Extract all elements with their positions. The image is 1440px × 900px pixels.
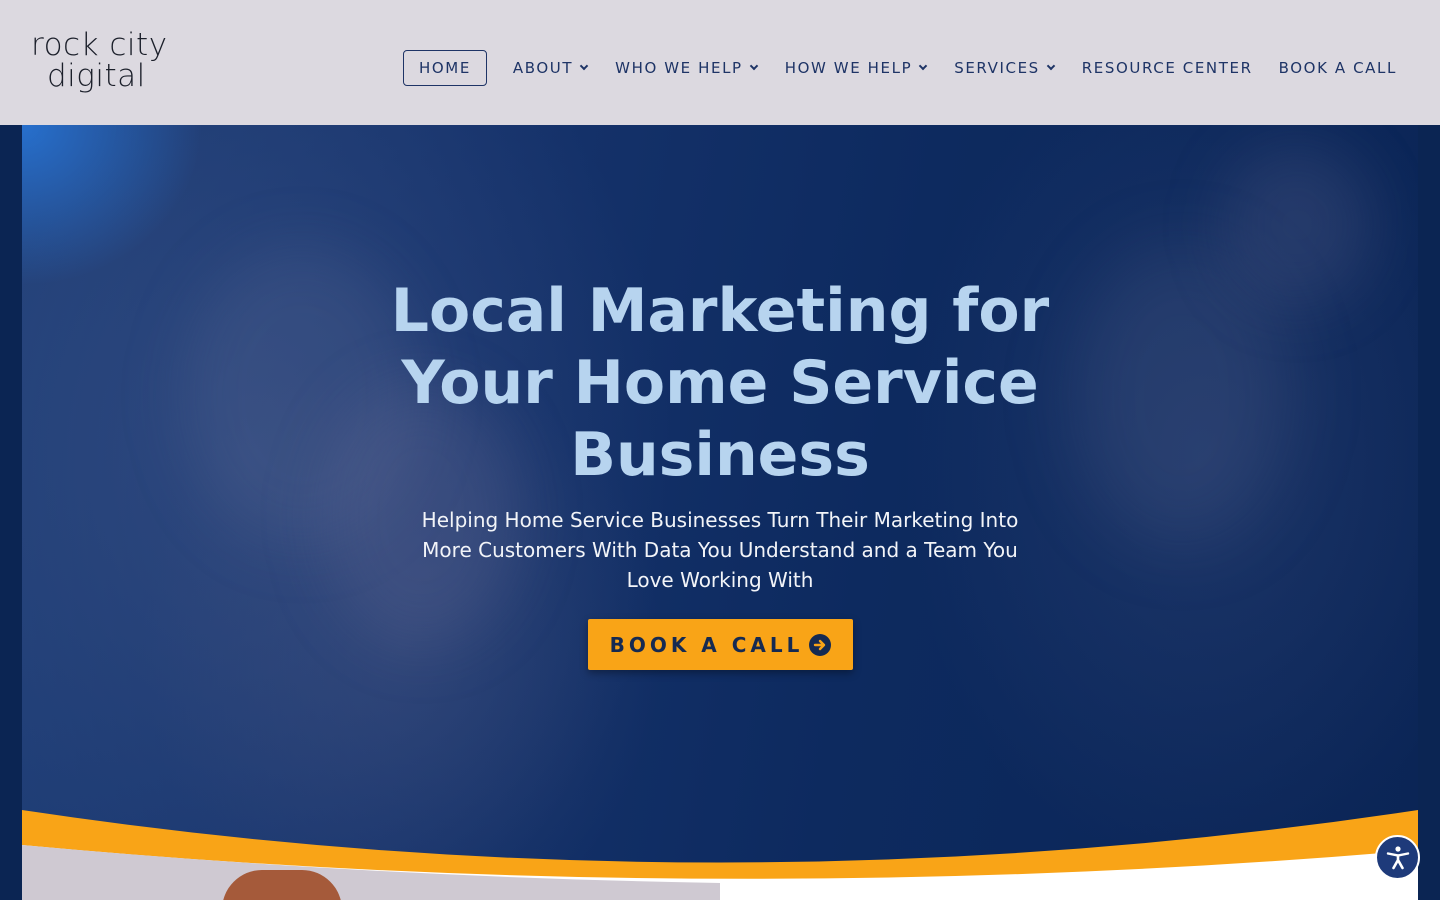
nav-item-how-we-help[interactable]: HOW WE HELP [784, 50, 928, 86]
accessibility-button[interactable] [1375, 835, 1420, 880]
hero-title-line: Local Marketing for [390, 276, 1050, 346]
logo[interactable]: rock city digital [31, 30, 168, 92]
hero-title-line: Business [570, 420, 870, 490]
book-a-call-button[interactable]: BOOK A CALL [588, 619, 853, 670]
nav-item-who-we-help[interactable]: WHO WE HELP [615, 50, 758, 86]
cta-label: BOOK A CALL [609, 632, 804, 657]
nav-item-services[interactable]: SERVICES [954, 50, 1056, 86]
nav-item-label: BOOK A CALL [1278, 59, 1397, 77]
logo-line2: digital [47, 58, 146, 94]
main-nav: HOME ABOUT WHO WE HELP HOW WE HELP SERVI… [403, 50, 1397, 86]
chevron-down-icon [749, 61, 758, 71]
chevron-down-icon [1046, 61, 1056, 71]
nav-item-label: ABOUT [512, 59, 574, 77]
site-header: rock city digital HOME ABOUT WHO WE HELP… [0, 0, 1440, 125]
nav-item-book-a-call[interactable]: BOOK A CALL [1279, 50, 1397, 86]
nav-item-home[interactable]: HOME [403, 50, 487, 86]
chevron-down-icon [579, 61, 589, 71]
hero-section: Local Marketing for Your Home Service Bu… [22, 125, 1418, 900]
hero-title: Local Marketing for Your Home Service Bu… [22, 275, 1418, 491]
nav-item-label: HOW WE HELP [784, 59, 913, 77]
accessibility-icon [1386, 845, 1409, 869]
nav-item-label: WHO WE HELP [615, 59, 743, 77]
nav-item-label: RESOURCE CENTER [1081, 59, 1253, 77]
nav-item-label: HOME [419, 59, 471, 77]
hero-title-line: Your Home Service [401, 348, 1039, 418]
arrow-circle-right-icon [809, 633, 832, 656]
nav-item-about[interactable]: ABOUT [512, 50, 589, 86]
nav-item-resource-center[interactable]: RESOURCE CENTER [1082, 50, 1253, 86]
chevron-down-icon [918, 61, 928, 71]
nav-item-label: SERVICES [954, 59, 1040, 77]
hero-subtitle: Helping Home Service Businesses Turn The… [421, 508, 1019, 592]
